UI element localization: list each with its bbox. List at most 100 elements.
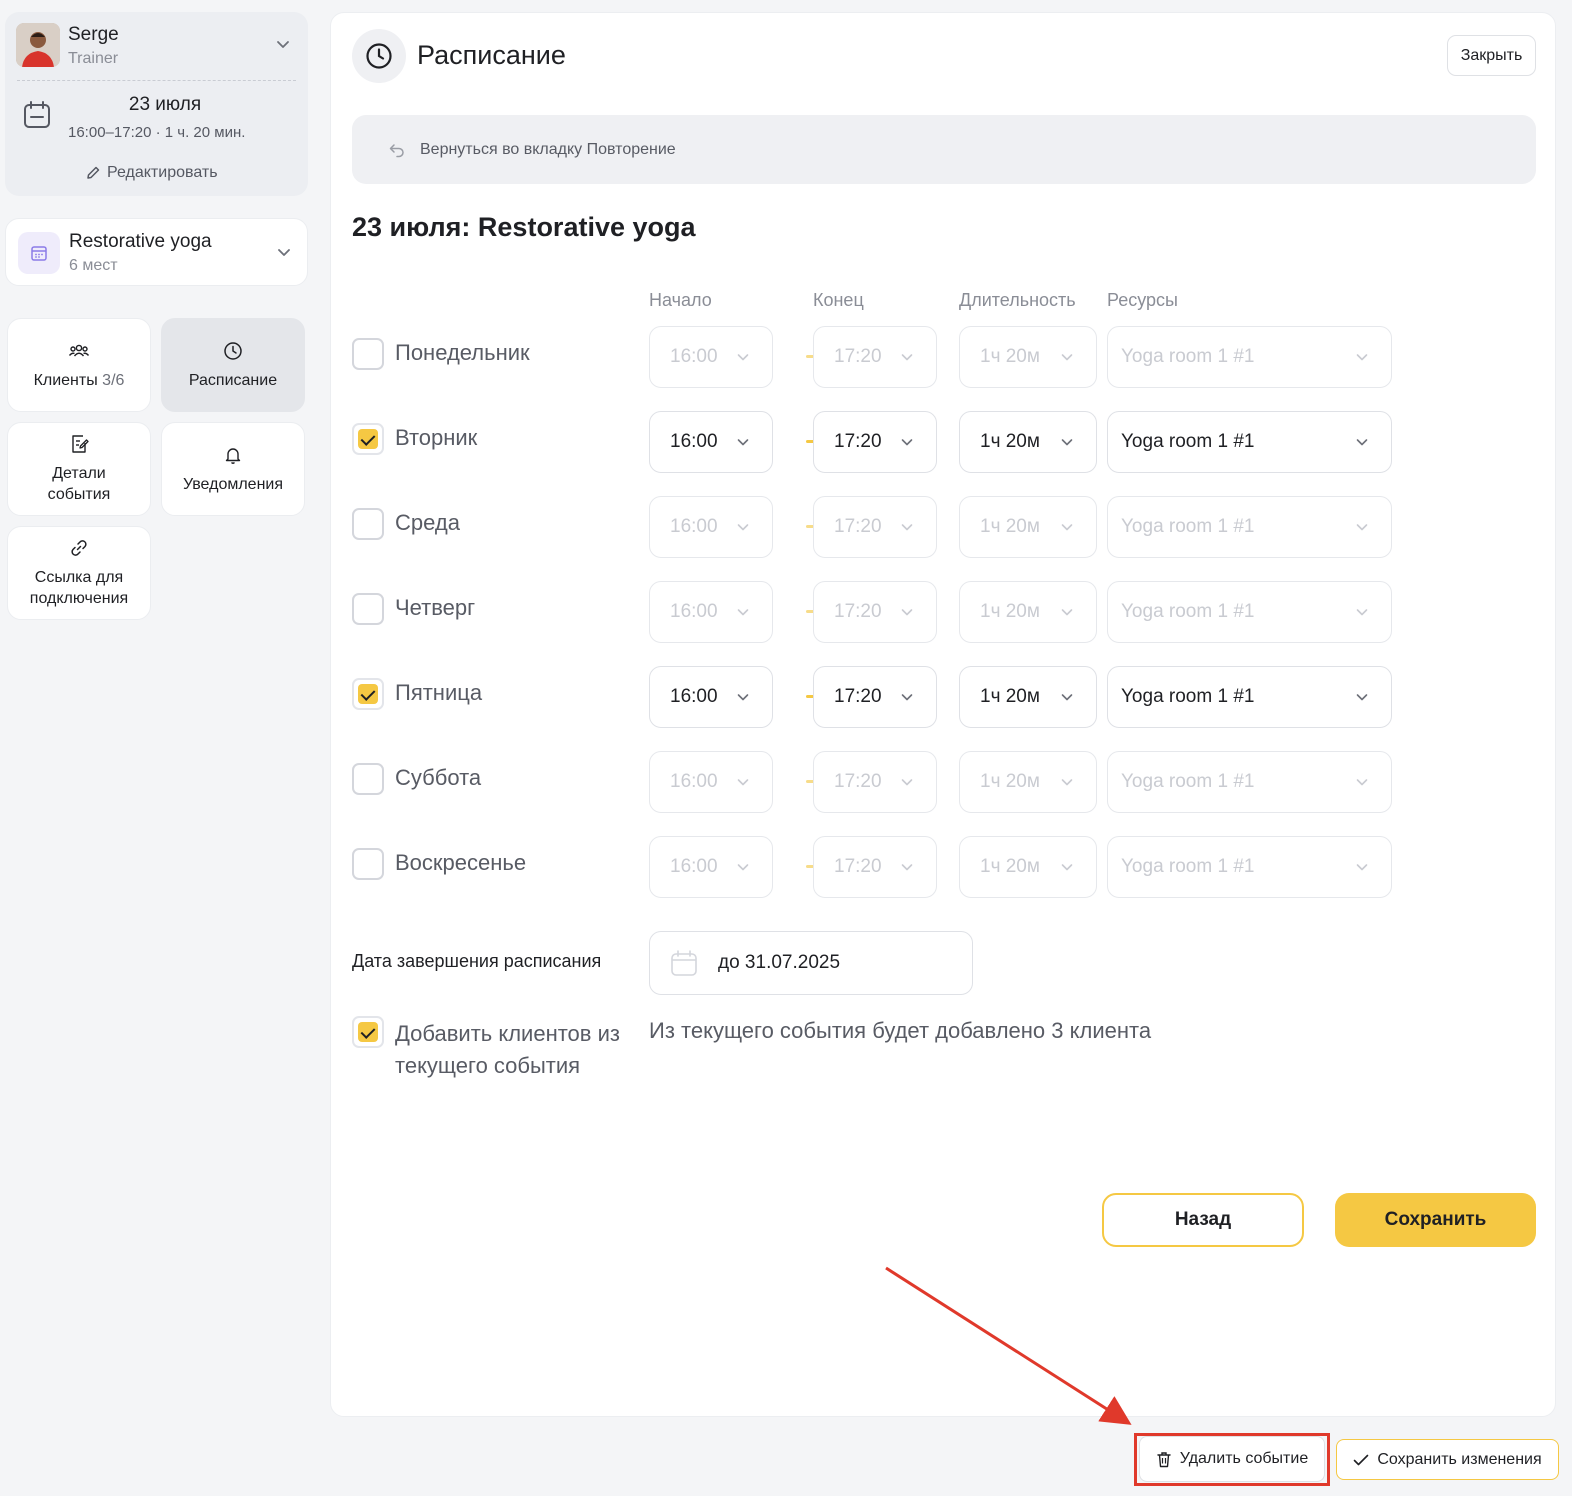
start-time-select[interactable]: 16:00 [649,666,773,728]
tab-details-label-2: события [47,486,111,503]
chevron-down-icon [1061,864,1073,871]
chevron-down-icon [737,694,749,701]
tab-clients[interactable]: Клиенты 3/6 [7,318,151,412]
chevron-down-icon[interactable] [275,36,291,52]
end-time-select[interactable]: 17:20 [813,751,937,813]
chevron-down-icon [737,439,749,446]
chevron-down-icon [1356,439,1368,446]
resource-select[interactable]: Yoga room 1 #1 [1107,326,1392,388]
duration-value: 1ч 20м [980,856,1040,877]
duration-select[interactable]: 1ч 20м [959,581,1097,643]
duration-select[interactable]: 1ч 20м [959,666,1097,728]
resource-select[interactable]: Yoga room 1 #1 [1107,666,1392,728]
chevron-down-icon [901,439,913,446]
edit-label: Редактировать [107,164,218,181]
duration-select[interactable]: 1ч 20м [959,836,1097,898]
day-checkbox[interactable] [352,423,384,455]
resource-value: Yoga room 1 #1 [1121,346,1255,367]
end-time-select[interactable]: 17:20 [813,581,937,643]
add-clients-note: Из текущего события будет добавлено 3 кл… [649,1018,1152,1043]
tab-schedule[interactable]: Расписание [161,318,305,412]
save-changes-button[interactable]: Сохранить изменения [1336,1439,1559,1480]
end-time-select[interactable]: 17:20 [813,666,937,728]
resource-value: Yoga room 1 #1 [1121,771,1255,792]
end-time-select[interactable]: 17:20 [813,326,937,388]
day-checkbox[interactable] [352,763,384,795]
duration-select[interactable]: 1ч 20м [959,326,1097,388]
day-row: Пятница 16:00 17:20 1ч 20м Yoga room 1 #1 [352,666,1452,728]
start-time-value: 16:00 [670,346,718,367]
tab-event-details[interactable]: Детали события [7,422,151,516]
start-time-select[interactable]: 16:00 [649,581,773,643]
page-title: Расписание [417,40,566,70]
chevron-down-icon [901,864,913,871]
day-checkbox[interactable] [352,848,384,880]
trash-icon [1157,1451,1171,1467]
day-row: Суббота 16:00 17:20 1ч 20м Yoga room 1 #1 [352,751,1452,813]
chevron-down-icon [901,694,913,701]
chevron-down-icon[interactable] [276,244,292,260]
start-time-select[interactable]: 16:00 [649,836,773,898]
start-time-value: 16:00 [670,516,718,537]
day-label: Среда [395,510,460,535]
day-checkbox[interactable] [352,678,384,710]
start-time-select[interactable]: 16:00 [649,326,773,388]
divider [17,80,296,81]
chevron-down-icon [901,779,913,786]
trainer-card: Serge Trainer 23 июля 16:00–17:20 · 1 ч.… [5,12,308,196]
day-checkbox[interactable] [352,508,384,540]
trainer-avatar [16,23,60,67]
chevron-down-icon [1356,354,1368,361]
duration-select[interactable]: 1ч 20м [959,496,1097,558]
calendar-icon [671,950,697,976]
tab-notifications-label: Уведомления [182,475,284,493]
event-card[interactable]: Restorative yoga 6 мест [5,218,308,286]
column-resources: Ресурсы [1107,290,1178,310]
end-time-select[interactable]: 17:20 [813,496,937,558]
chevron-down-icon [1356,694,1368,701]
day-checkbox[interactable] [352,593,384,625]
resource-select[interactable]: Yoga room 1 #1 [1107,411,1392,473]
start-time-select[interactable]: 16:00 [649,751,773,813]
delete-event-label: Удалить событие [1179,1450,1309,1467]
save-button[interactable]: Сохранить [1335,1193,1536,1247]
end-time-select[interactable]: 17:20 [813,411,937,473]
back-button[interactable]: Назад [1102,1193,1304,1247]
end-time-select[interactable]: 17:20 [813,836,937,898]
trainer-name: Serge [68,24,119,45]
resource-value: Yoga room 1 #1 [1121,856,1255,877]
tab-connection-link[interactable]: Ссылка для подключения [7,526,151,620]
start-time-select[interactable]: 16:00 [649,411,773,473]
chevron-down-icon [1061,779,1073,786]
duration-select[interactable]: 1ч 20м [959,411,1097,473]
close-button[interactable]: Закрыть [1447,35,1536,76]
day-row: Понедельник 16:00 17:20 1ч 20м Yoga room 1 #… [352,326,1452,388]
start-time-value: 16:00 [670,686,718,707]
column-end: Конец [813,290,864,310]
check-icon [1354,1454,1369,1465]
chevron-down-icon [737,779,749,786]
day-checkbox[interactable] [352,338,384,370]
resource-select[interactable]: Yoga room 1 #1 [1107,581,1392,643]
delete-event-button[interactable]: Удалить событие [1139,1436,1325,1482]
trainer-role: Trainer [68,50,119,67]
clock-icon [352,29,406,83]
tab-notifications[interactable]: Уведомления [161,422,305,516]
edit-button[interactable]: Редактировать [85,164,218,182]
back-to-repeat-link[interactable]: Вернуться во вкладку Повторение [352,115,1536,184]
end-date-label: Дата завершения расписания [352,951,602,971]
resource-select[interactable]: Yoga room 1 #1 [1107,496,1392,558]
end-date-input[interactable]: до 31.07.2025 [649,931,973,995]
day-label: Четверг [395,595,476,620]
back-banner-label: Вернуться во вкладку Повторение [420,140,676,158]
tab-link-label-2: подключения [29,590,129,607]
add-clients-label-line-2: текущего события [395,1053,581,1078]
start-time-select[interactable]: 16:00 [649,496,773,558]
link-icon [71,540,87,556]
end-time-value: 17:20 [834,771,882,792]
add-clients-checkbox[interactable] [352,1016,384,1048]
duration-select[interactable]: 1ч 20м [959,751,1097,813]
resource-select[interactable]: Yoga room 1 #1 [1107,751,1392,813]
duration-value: 1ч 20м [980,686,1040,707]
resource-select[interactable]: Yoga room 1 #1 [1107,836,1392,898]
